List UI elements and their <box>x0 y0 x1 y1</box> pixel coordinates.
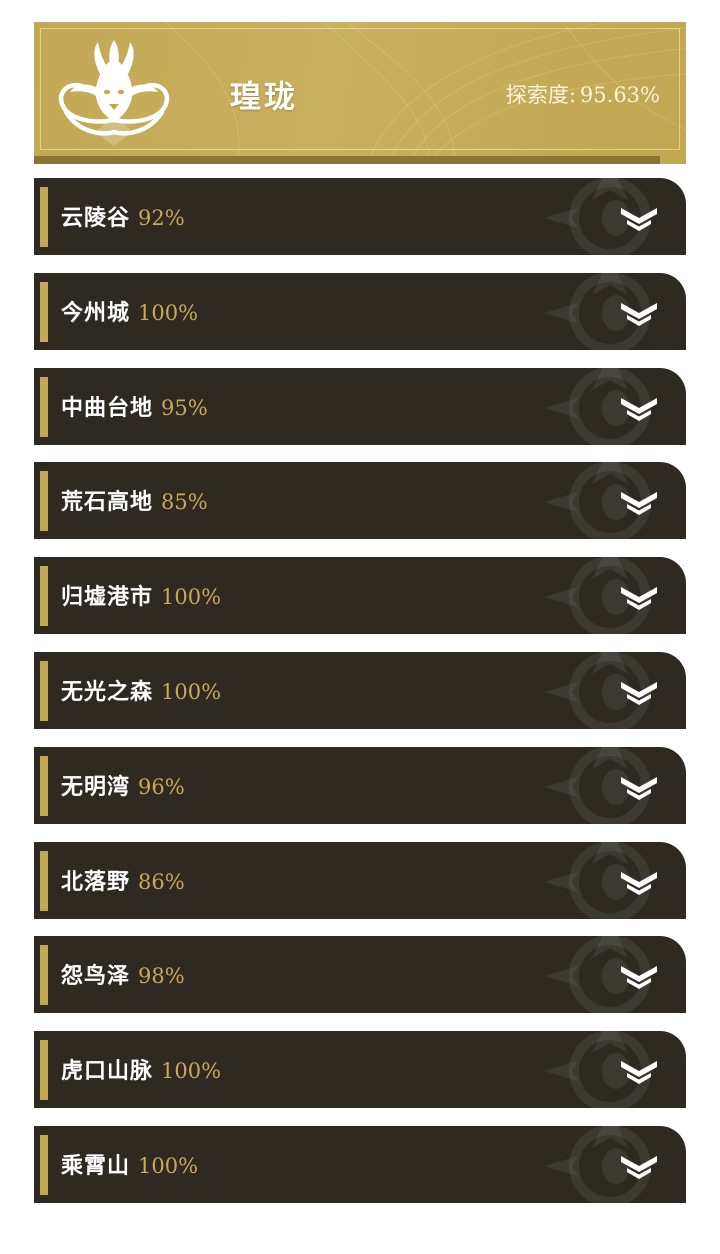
area-row[interactable]: 虎口山脉 100% <box>34 1031 686 1109</box>
exploration-label: 探索度: <box>505 83 576 107</box>
row-accent-bar <box>40 1040 48 1101</box>
emblem-watermark-icon <box>544 462 651 540</box>
area-name: 今州城 <box>61 299 131 326</box>
row-accent-bar <box>40 1134 48 1195</box>
emblem-watermark-icon <box>544 1125 651 1203</box>
area-row[interactable]: 无明湾 96% <box>34 746 686 824</box>
area-percent: 96% <box>138 774 185 799</box>
chevron-down-icon[interactable] <box>619 678 659 706</box>
emblem-watermark-icon <box>544 272 651 350</box>
area-row[interactable]: 北落野 86% <box>34 841 686 919</box>
chevron-down-icon[interactable] <box>619 962 659 990</box>
chevron-down-icon[interactable] <box>619 773 659 801</box>
area-percent: 100% <box>161 585 222 610</box>
chevron-down-icon[interactable] <box>619 583 659 611</box>
exploration-value: 95.63% <box>579 83 660 107</box>
region-title: 瑝珑 <box>230 79 298 116</box>
chevron-down-icon[interactable] <box>619 1152 659 1180</box>
exploration-rate: 探索度: 95.63% <box>506 79 660 109</box>
area-name: 无光之森 <box>61 678 154 705</box>
chevron-down-icon[interactable] <box>619 488 659 516</box>
area-row[interactable]: 乘霄山 100% <box>34 1125 686 1203</box>
area-percent: 98% <box>138 964 185 989</box>
area-row[interactable]: 无光之森 100% <box>34 651 686 729</box>
chevron-down-icon[interactable] <box>619 204 659 232</box>
chevron-down-icon[interactable] <box>619 394 659 422</box>
area-percent: 100% <box>138 1153 199 1178</box>
dragon-emblem-icon <box>58 40 170 146</box>
area-row[interactable]: 云陵谷 92% <box>34 178 686 255</box>
row-accent-bar <box>40 566 48 627</box>
chevron-down-icon[interactable] <box>619 868 659 896</box>
chevron-down-icon[interactable] <box>619 1057 659 1085</box>
row-accent-bar <box>40 945 48 1006</box>
row-accent-bar <box>40 471 48 532</box>
area-row[interactable]: 怨鸟泽 98% <box>34 936 686 1014</box>
area-name: 归墟港市 <box>61 584 154 611</box>
header-underline <box>34 156 660 164</box>
area-percent: 100% <box>161 1059 222 1084</box>
emblem-watermark-icon <box>544 936 651 1014</box>
row-accent-bar <box>40 281 48 342</box>
area-percent: 92% <box>138 206 185 230</box>
area-percent: 95% <box>161 395 208 420</box>
row-accent-bar <box>40 660 48 721</box>
emblem-watermark-icon <box>544 746 651 824</box>
area-name: 虎口山脉 <box>61 1058 154 1085</box>
row-accent-bar <box>40 755 48 816</box>
area-list: 云陵谷 92% 今州城 100% 中曲台地 95% 荒石高地 85% 归墟港市 … <box>34 178 686 1221</box>
area-name: 乘霄山 <box>61 1152 131 1179</box>
emblem-watermark-icon <box>544 841 651 919</box>
area-percent: 100% <box>161 679 222 704</box>
area-row[interactable]: 归墟港市 100% <box>34 557 686 635</box>
row-accent-bar <box>40 376 48 437</box>
emblem-watermark-icon <box>544 651 651 729</box>
emblem-watermark-icon <box>544 367 651 445</box>
region-header: 瑝珑 探索度: 95.63% <box>34 22 686 164</box>
area-row[interactable]: 中曲台地 95% <box>34 367 686 445</box>
area-name: 怨鸟泽 <box>61 963 131 990</box>
area-name: 荒石高地 <box>61 489 154 516</box>
area-name: 云陵谷 <box>61 205 131 231</box>
chevron-down-icon[interactable] <box>619 299 659 327</box>
emblem-watermark-icon <box>544 178 651 255</box>
emblem-watermark-icon <box>544 557 651 635</box>
area-name: 北落野 <box>61 868 131 895</box>
area-name: 无明湾 <box>61 773 131 800</box>
area-name: 中曲台地 <box>61 394 154 421</box>
area-row[interactable]: 荒石高地 85% <box>34 462 686 540</box>
emblem-watermark-icon <box>544 1031 651 1109</box>
area-percent: 86% <box>138 869 185 894</box>
row-accent-bar <box>40 187 48 247</box>
row-accent-bar <box>40 850 48 911</box>
area-percent: 85% <box>161 490 208 515</box>
area-row[interactable]: 今州城 100% <box>34 272 686 350</box>
area-percent: 100% <box>138 300 199 325</box>
